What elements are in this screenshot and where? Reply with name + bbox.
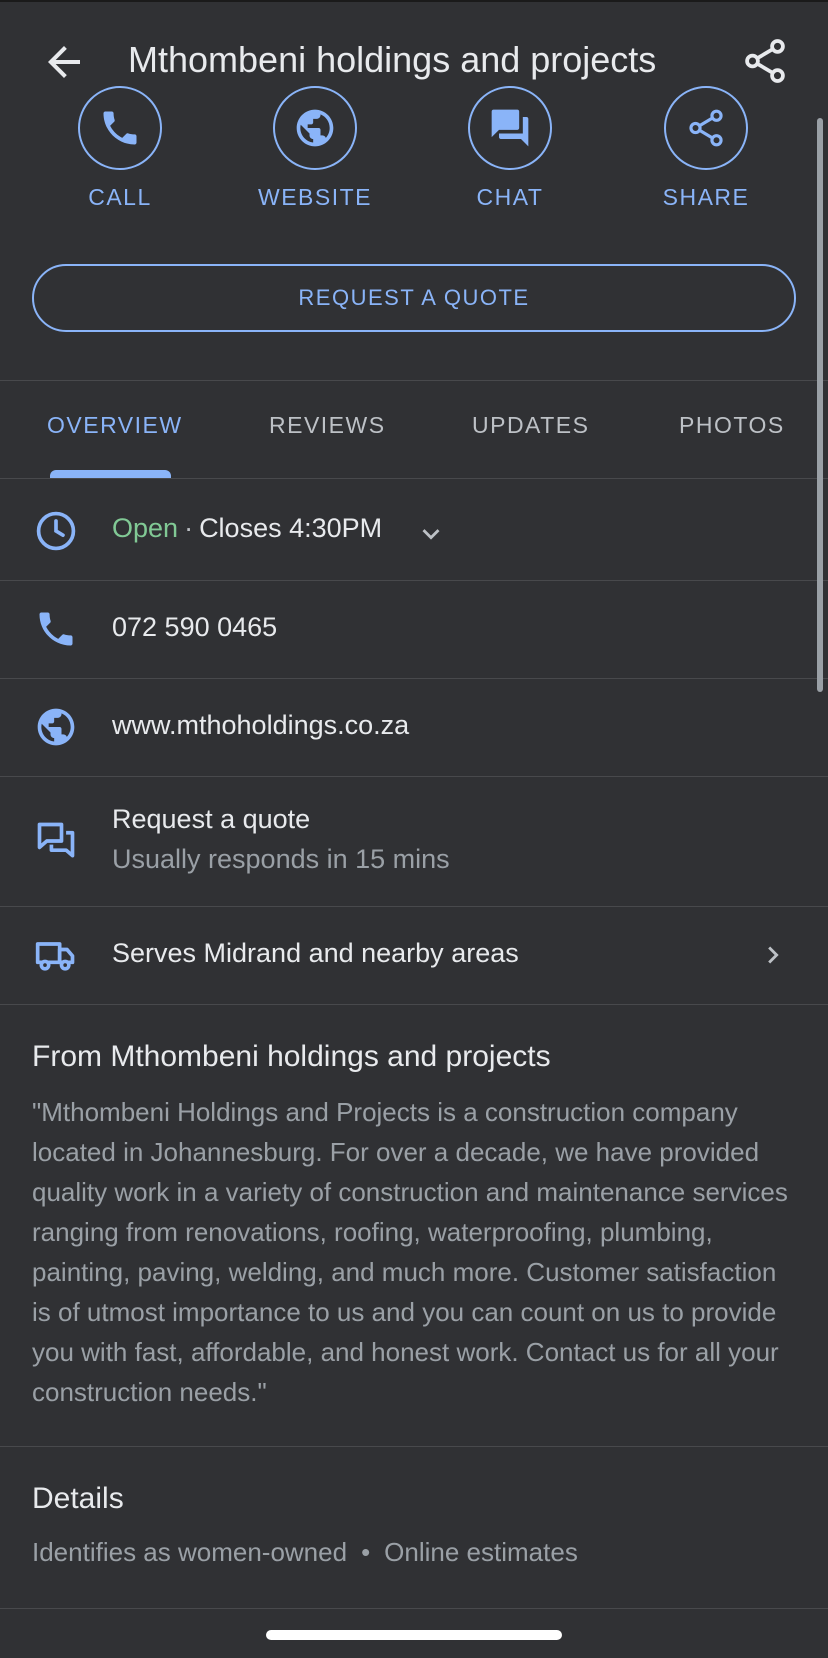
website-row[interactable]: www.mthoholdings.co.za bbox=[0, 679, 828, 776]
phone-row[interactable]: 072 590 0465 bbox=[0, 581, 828, 678]
quote-row-title: Request a quote bbox=[112, 804, 311, 834]
hours-row[interactable]: Open · Closes 4:30PM bbox=[0, 479, 828, 581]
chat-icon bbox=[37, 822, 75, 858]
action-buttons: CALL WEBSITE CHAT SHARE bbox=[0, 86, 828, 232]
details-title: Details bbox=[32, 1482, 124, 1515]
quote-row-subtitle: Usually responds in 15 mins bbox=[112, 844, 450, 874]
phone-icon bbox=[103, 111, 137, 145]
back-button[interactable] bbox=[40, 38, 88, 86]
tab-reviews[interactable]: REVIEWS bbox=[269, 412, 386, 439]
page-title: Mthombeni holdings and projects bbox=[128, 39, 657, 80]
from-business-title: From Mthombeni holdings and projects bbox=[32, 1040, 551, 1073]
attribute-online-estimates: Online estimates bbox=[384, 1537, 578, 1567]
divider bbox=[0, 380, 828, 381]
arrow-left-icon bbox=[48, 46, 80, 78]
website-circle[interactable] bbox=[273, 86, 357, 170]
chat-label: CHAT bbox=[476, 184, 544, 210]
clock-icon bbox=[36, 511, 76, 551]
phone-icon bbox=[39, 612, 73, 646]
hours-separator: · bbox=[184, 513, 194, 543]
service-area-row[interactable]: Serves Midrand and nearby areas bbox=[0, 907, 828, 1004]
share-icon bbox=[689, 109, 723, 147]
globe-icon bbox=[37, 708, 75, 746]
globe-icon bbox=[296, 109, 334, 147]
call-circle[interactable] bbox=[78, 86, 162, 170]
business-description: "Mthombeni Holdings and Projects is a co… bbox=[32, 1097, 788, 1407]
attribute-separator: • bbox=[361, 1537, 371, 1567]
closing-time: Closes 4:30PM bbox=[199, 513, 383, 543]
divider bbox=[0, 1004, 828, 1005]
chat-button[interactable]: CHAT bbox=[435, 86, 585, 211]
website-button[interactable]: WEBSITE bbox=[240, 86, 390, 211]
tab-photos[interactable]: PHOTOS bbox=[679, 412, 785, 439]
tab-overview[interactable]: OVERVIEW bbox=[47, 412, 183, 439]
chevron-down-icon[interactable] bbox=[414, 517, 448, 551]
share-icon bbox=[745, 39, 785, 83]
request-quote-button[interactable]: REQUEST A QUOTE bbox=[32, 264, 796, 332]
quote-row[interactable]: Request a quote Usually responds in 15 m… bbox=[0, 777, 828, 906]
home-indicator[interactable] bbox=[266, 1630, 562, 1640]
divider bbox=[0, 1608, 828, 1609]
chat-icon bbox=[491, 109, 529, 147]
share-circle[interactable] bbox=[664, 86, 748, 170]
divider bbox=[0, 1446, 828, 1447]
chevron-right-icon bbox=[768, 946, 779, 964]
call-button[interactable]: CALL bbox=[45, 86, 195, 211]
call-label: CALL bbox=[88, 184, 152, 210]
share-button[interactable]: SHARE bbox=[631, 86, 781, 211]
share-top-button[interactable] bbox=[740, 36, 790, 86]
share-label: SHARE bbox=[662, 184, 750, 210]
tab-indicator bbox=[50, 470, 171, 478]
website-label: WEBSITE bbox=[257, 184, 372, 210]
website-url: www.mthoholdings.co.za bbox=[112, 710, 410, 740]
tab-updates[interactable]: UPDATES bbox=[472, 412, 589, 439]
open-status: Open bbox=[112, 513, 179, 543]
service-area-text: Serves Midrand and nearby areas bbox=[112, 938, 519, 968]
truck-icon bbox=[35, 942, 75, 971]
chat-circle[interactable] bbox=[468, 86, 552, 170]
scrollbar[interactable] bbox=[817, 118, 823, 692]
tab-bar: OVERVIEW REVIEWS UPDATES PHOTOS bbox=[0, 382, 828, 478]
details-attributes: Identifies as women-owned • Online estimat… bbox=[32, 1537, 578, 1568]
phone-number: 072 590 0465 bbox=[112, 612, 278, 642]
attribute-women-owned: Identifies as women-owned bbox=[32, 1537, 348, 1567]
